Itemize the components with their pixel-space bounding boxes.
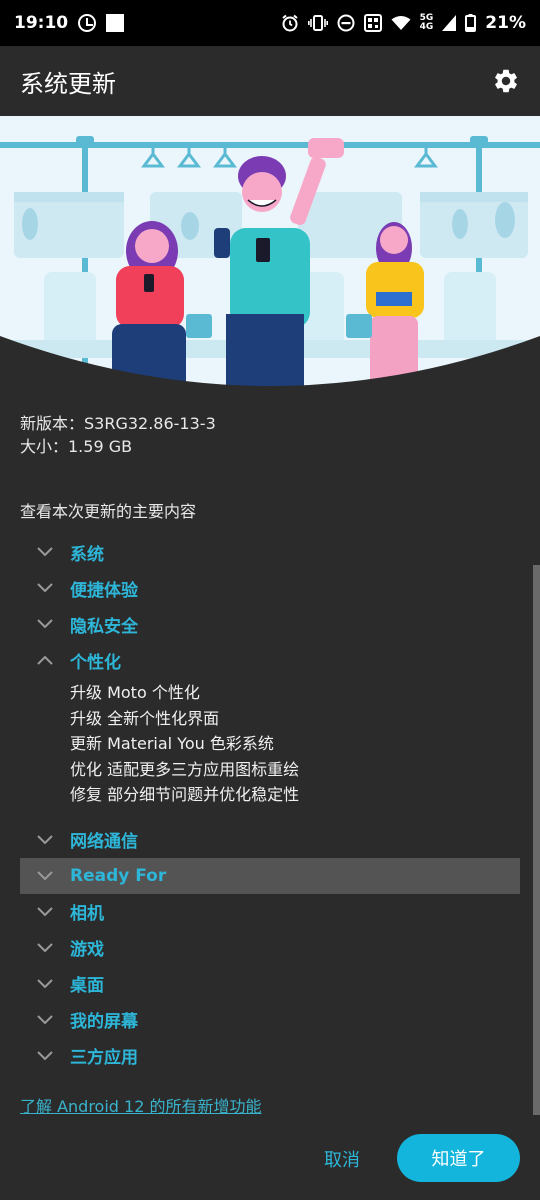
version-label: 新版本：S3RG32.86-13-3 — [20, 414, 216, 433]
chevron-down-icon — [20, 858, 70, 894]
chevron-down-icon — [20, 966, 70, 1002]
chevron-down-icon — [20, 570, 70, 606]
section-label: 我的屏幕 — [70, 1012, 138, 1032]
scrollbar[interactable] — [533, 565, 540, 1115]
status-bar: 19:10 5G 4G 21% — [0, 0, 540, 46]
section-list: 系统便捷体验隐私安全个性化升级 Moto 个性化升级 全新个性化界面更新 Mat… — [20, 534, 520, 1074]
detail-item: 升级 全新个性化界面 — [70, 708, 220, 728]
detail-item: 更新 Material You 色彩系统 — [70, 734, 274, 753]
square-icon — [106, 14, 125, 32]
summary-title: 查看本次更新的主要内容 — [20, 502, 197, 521]
status-icons: 5G 4G 21% — [281, 13, 526, 33]
detail-item: 优化 适配更多三方应用图标重绘 — [70, 759, 300, 779]
section-row[interactable]: 个性化 — [20, 642, 520, 678]
section-row[interactable]: 桌面 — [20, 966, 520, 1002]
wifi-icon — [391, 16, 411, 30]
alarm-icon — [282, 14, 298, 32]
vibrate-icon — [307, 15, 328, 31]
section-row[interactable]: Ready For — [20, 857, 520, 894]
section-label: 网络通信 — [70, 832, 138, 852]
section-label: 桌面 — [70, 976, 104, 996]
gear-icon[interactable] — [492, 67, 520, 95]
section-row[interactable]: 网络通信 — [20, 822, 520, 858]
app-bar: 系统更新 — [0, 46, 540, 116]
nfc-icon — [363, 14, 382, 32]
chevron-down-icon — [20, 534, 70, 570]
battery-icon — [465, 14, 477, 32]
battery-percent: 21% — [485, 13, 526, 33]
section-label: Ready For — [70, 865, 167, 886]
signal-icon — [442, 15, 457, 31]
section-row[interactable]: 相机 — [20, 894, 520, 930]
section-row[interactable]: 系统 — [20, 534, 520, 570]
section-label: 三方应用 — [70, 1048, 138, 1068]
chevron-up-icon — [20, 642, 70, 678]
section-row[interactable]: 三方应用 — [20, 1038, 520, 1074]
chevron-down-icon — [20, 930, 70, 966]
page-title: 系统更新 — [20, 69, 116, 98]
section-label: 隐私安全 — [70, 616, 138, 637]
section-row[interactable]: 隐私安全 — [20, 606, 520, 642]
chevron-down-icon — [20, 894, 70, 930]
network-type: 5G 4G — [419, 13, 434, 32]
detail-item: 升级 Moto 个性化 — [70, 683, 200, 702]
version-info: 新版本：S3RG32.86-13-3 大小：1.59 GB — [20, 412, 216, 458]
update-illustration — [0, 116, 540, 392]
section-label: 便捷体验 — [70, 580, 138, 601]
dnd-icon — [337, 14, 355, 32]
chevron-down-icon — [20, 822, 70, 858]
learn-android-12-link[interactable]: 了解 Android 12 的所有新增功能 — [20, 1093, 261, 1117]
section-label: 个性化 — [70, 652, 121, 673]
chevron-down-icon — [20, 1038, 70, 1074]
section-label: 相机 — [70, 904, 104, 924]
cancel-button[interactable]: 取消 — [305, 1136, 379, 1182]
status-time: 19:10 — [14, 13, 69, 33]
section-details: 升级 Moto 个性化升级 全新个性化界面更新 Material You 色彩系… — [20, 678, 520, 822]
section-row[interactable]: 游戏 — [20, 930, 520, 966]
chevron-down-icon — [20, 1002, 70, 1038]
section-row[interactable]: 我的屏幕 — [20, 1002, 520, 1038]
section-row[interactable]: 便捷体验 — [20, 570, 520, 606]
size-label: 大小：1.59 GB — [20, 437, 133, 456]
alarm-clock-icon — [78, 14, 97, 32]
ok-button[interactable]: 知道了 — [397, 1134, 520, 1182]
detail-item: 修复 部分细节问题并优化稳定性 — [70, 785, 300, 804]
section-label: 系统 — [70, 544, 104, 565]
section-label: 游戏 — [70, 940, 104, 960]
chevron-down-icon — [20, 606, 70, 642]
